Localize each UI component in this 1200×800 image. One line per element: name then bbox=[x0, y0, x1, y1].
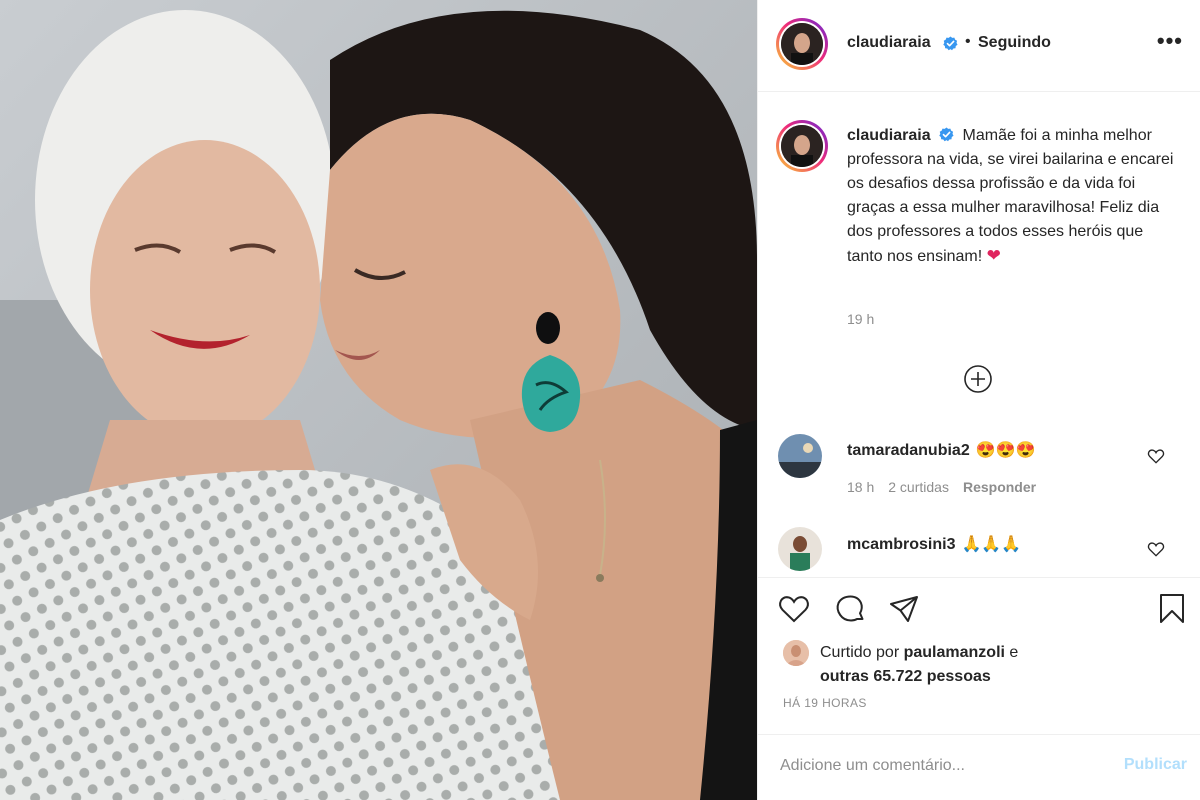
comment-icon[interactable] bbox=[832, 591, 868, 627]
share-icon[interactable] bbox=[886, 591, 922, 627]
commenter-avatar[interactable] bbox=[778, 527, 822, 571]
verified-badge-icon bbox=[943, 36, 958, 51]
likes-conjunction: e bbox=[1009, 644, 1019, 661]
comment-meta: 18 h 2 curtidas Responder bbox=[847, 479, 1050, 495]
comment-text: tamaradanubia2 😍😍😍 bbox=[847, 440, 1035, 460]
post-actions: Curtido por paulamanzoli e outras 65.722… bbox=[758, 577, 1200, 747]
heart-icon[interactable] bbox=[776, 591, 812, 627]
post-side-panel: claudiaraia • Seguindo ••• claudiaraia M… bbox=[757, 0, 1200, 800]
post-timestamp[interactable]: HÁ 19 HORAS bbox=[783, 696, 867, 710]
post-caption: claudiaraia Mamãe foi a minha melhor pro… bbox=[847, 124, 1177, 269]
liker-avatar[interactable] bbox=[783, 640, 809, 666]
plus-circle-icon[interactable] bbox=[962, 363, 994, 395]
red-heart-emoji: ❤ bbox=[986, 246, 1001, 265]
commenter-avatar[interactable] bbox=[778, 434, 822, 478]
comment-username[interactable]: tamaradanubia2 bbox=[847, 442, 970, 459]
heart-icon[interactable] bbox=[1146, 446, 1166, 466]
caption-text: Mamãe foi a minha melhor professora na v… bbox=[847, 127, 1174, 265]
comment-input[interactable] bbox=[780, 751, 1100, 781]
likes-prefix: Curtido por bbox=[820, 644, 900, 661]
bookmark-icon[interactable] bbox=[1154, 591, 1190, 627]
add-comment-bar: Publicar bbox=[758, 734, 1200, 800]
comment-username[interactable]: mcambrosini3 bbox=[847, 536, 955, 553]
author-avatar[interactable] bbox=[776, 18, 828, 70]
post-header: claudiaraia • Seguindo ••• bbox=[758, 0, 1200, 92]
more-options-icon[interactable]: ••• bbox=[1157, 28, 1183, 54]
likes-text: Curtido por paulamanzoli e outras 65.722… bbox=[820, 641, 1180, 689]
reply-button[interactable]: Responder bbox=[963, 479, 1036, 495]
caption-username[interactable]: claudiaraia bbox=[847, 127, 931, 144]
heart-icon[interactable] bbox=[1146, 539, 1166, 559]
caption-author-avatar[interactable] bbox=[776, 120, 828, 172]
comment-text: mcambrosini3 🙏🙏🙏 bbox=[847, 534, 1021, 554]
comment-body: 🙏🙏🙏 bbox=[961, 536, 1022, 553]
follow-separator: • bbox=[965, 33, 971, 50]
likes-count-link[interactable]: outras 65.722 pessoas bbox=[820, 668, 991, 685]
verified-badge-icon bbox=[939, 127, 954, 142]
post-photo-illustration bbox=[0, 0, 757, 800]
following-button[interactable]: Seguindo bbox=[978, 34, 1051, 52]
comments-section[interactable]: claudiaraia Mamãe foi a minha melhor pro… bbox=[758, 93, 1200, 576]
author-username[interactable]: claudiaraia bbox=[847, 34, 931, 52]
liker-username[interactable]: paulamanzoli bbox=[904, 644, 1005, 661]
comment-timestamp[interactable]: 18 h bbox=[847, 479, 874, 495]
comment-body: 😍😍😍 bbox=[975, 442, 1036, 459]
caption-timestamp[interactable]: 19 h bbox=[847, 311, 874, 327]
publish-button[interactable]: Publicar bbox=[1124, 756, 1187, 774]
post-photo bbox=[0, 0, 757, 800]
comment-likes-count[interactable]: 2 curtidas bbox=[888, 479, 949, 495]
